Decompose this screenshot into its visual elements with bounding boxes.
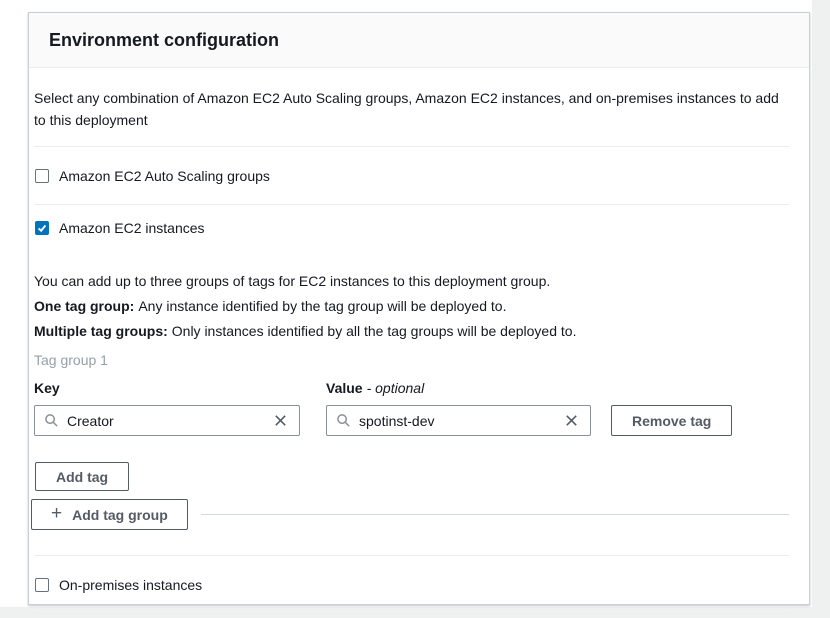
checkbox-label-ec2-instances: Amazon EC2 instances [59, 220, 205, 236]
option-row-ec2-instances: Amazon EC2 instances [34, 205, 789, 251]
field-labels-row: Key Value - optional [34, 378, 789, 398]
add-tag-group-label: Add tag group [72, 507, 168, 523]
checkbox-ec2-instances[interactable] [35, 221, 49, 235]
value-optional-label: - optional [367, 378, 425, 398]
tag-group-title: Tag group 1 [34, 350, 789, 370]
add-tag-button[interactable]: Add tag [35, 462, 129, 491]
option-row-auto-scaling-groups: Amazon EC2 Auto Scaling groups [34, 147, 789, 205]
clear-value-icon[interactable] [562, 411, 581, 430]
help-line-3: Multiple tag groups:Only instances ident… [34, 319, 789, 344]
help-line-3-rest: Only instances identified by all the tag… [172, 323, 577, 339]
horizontal-rule [201, 514, 789, 515]
search-icon [44, 413, 59, 428]
remove-tag-button[interactable]: Remove tag [611, 405, 732, 436]
help-line-2-rest: Any instance identified by the tag group… [138, 298, 506, 314]
key-input-container [34, 405, 300, 436]
card-body: Select any combination of Amazon EC2 Aut… [29, 87, 809, 614]
key-label: Key [34, 378, 326, 398]
add-tag-group-row: + Add tag group [34, 499, 789, 530]
value-input[interactable] [359, 413, 562, 429]
checkbox-on-premises[interactable] [35, 578, 49, 592]
environment-configuration-card: Environment configuration Select any com… [28, 12, 810, 605]
card-description: Select any combination of Amazon EC2 Aut… [34, 87, 789, 147]
page-background-right [812, 0, 830, 618]
help-line-2: One tag group:Any instance identified by… [34, 294, 789, 319]
value-label: Value [326, 378, 363, 398]
option-row-on-premises: On-premises instances [34, 555, 789, 614]
check-icon [36, 222, 48, 234]
help-line-1: You can add up to three groups of tags f… [34, 269, 789, 294]
clear-key-icon[interactable] [271, 411, 290, 430]
checkbox-label-auto-scaling-groups: Amazon EC2 Auto Scaling groups [59, 168, 270, 184]
help-line-2-bold: One tag group: [34, 298, 134, 314]
page-title: Environment configuration [49, 30, 279, 51]
add-tag-group-button[interactable]: + Add tag group [31, 499, 188, 530]
key-input[interactable] [67, 413, 271, 429]
tag-fields-row: Remove tag [34, 405, 789, 436]
checkbox-auto-scaling-groups[interactable] [35, 169, 49, 183]
plus-icon: + [51, 504, 62, 523]
card-header: Environment configuration [29, 13, 809, 68]
value-input-container [326, 405, 591, 436]
help-line-3-bold: Multiple tag groups: [34, 323, 168, 339]
checkbox-label-on-premises: On-premises instances [59, 577, 202, 593]
search-icon [336, 413, 351, 428]
tag-groups-help-text: You can add up to three groups of tags f… [34, 269, 789, 344]
